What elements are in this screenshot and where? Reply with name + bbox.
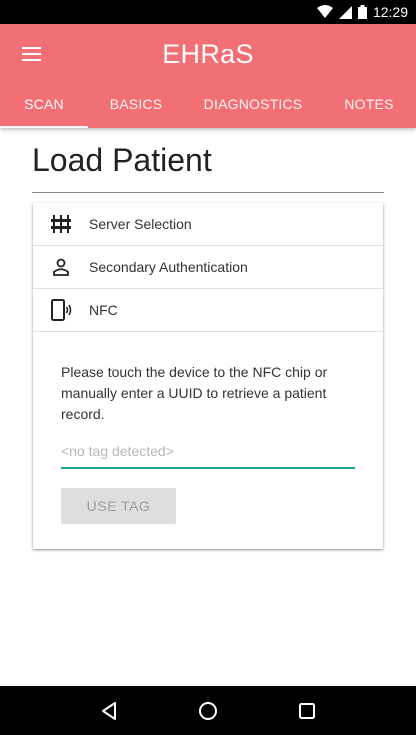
tab-notes[interactable]: NOTES (322, 80, 416, 128)
page-title: Load Patient (32, 142, 212, 178)
app-title: EHRaS (162, 39, 254, 69)
step-label: Server Selection (89, 216, 192, 232)
tab-diagnostics[interactable]: DIAGNOSTICS (184, 80, 322, 128)
stepper-card: Server Selection Secondary Authenticatio… (33, 203, 383, 549)
home-icon[interactable] (188, 691, 228, 731)
app-bar: EHRaS SCAN BASICS DIAGNOSTICS NOTES (0, 24, 416, 128)
title-divider (32, 192, 384, 193)
use-tag-button[interactable]: USE TAG (61, 488, 176, 524)
server-icon (33, 214, 89, 234)
uuid-input[interactable] (61, 439, 355, 469)
cell-signal-icon (338, 5, 352, 19)
nfc-phone-icon (33, 299, 89, 321)
step-server-selection[interactable]: Server Selection (33, 203, 383, 246)
battery-icon (357, 5, 367, 19)
tab-basics[interactable]: BASICS (88, 80, 184, 128)
nfc-panel: Please touch the device to the NFC chip … (33, 332, 383, 524)
status-bar: 12:29 (0, 0, 416, 24)
step-nfc[interactable]: NFC (33, 289, 383, 332)
step-secondary-authentication[interactable]: Secondary Authentication (33, 246, 383, 289)
system-nav-bar (0, 686, 416, 735)
step-label: Secondary Authentication (89, 259, 248, 275)
tab-scan[interactable]: SCAN (0, 80, 88, 128)
step-label: NFC (89, 302, 118, 318)
recents-icon[interactable] (287, 691, 327, 731)
person-icon (33, 258, 89, 276)
tab-bar: SCAN BASICS DIAGNOSTICS NOTES (0, 80, 416, 128)
back-icon[interactable] (89, 691, 129, 731)
wifi-icon (316, 5, 333, 19)
nfc-instructions: Please touch the device to the NFC chip … (61, 364, 328, 422)
clock: 12:29 (372, 4, 408, 20)
